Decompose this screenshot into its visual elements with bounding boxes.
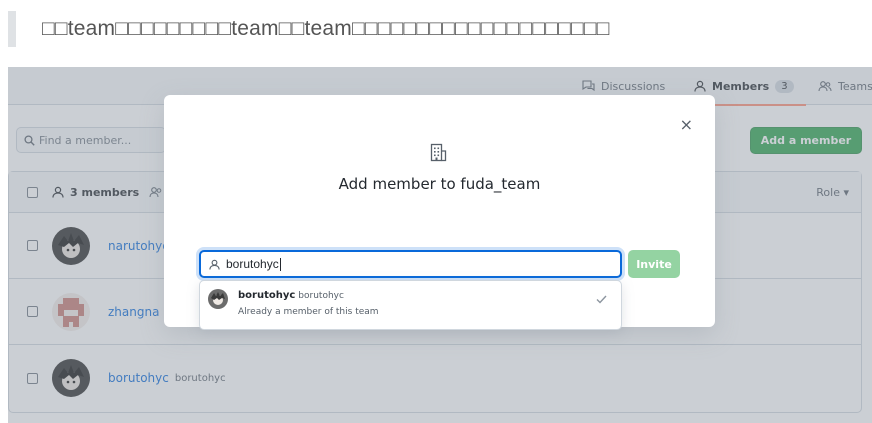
article-heading: □□team□□□□□□□□□team□□team□□□□□□□□□□□□□□□… xyxy=(8,11,868,47)
suggestion-note: Already a member of this team xyxy=(238,307,379,317)
heading-text: □□team□□□□□□□□□team□□team□□□□□□□□□□□□□□□… xyxy=(42,17,610,40)
add-member-dialog: × Add member to fuda_team borutohyc Invi… xyxy=(164,95,715,330)
person-icon xyxy=(209,259,220,270)
text-cursor xyxy=(279,257,281,271)
member-search-value: borutohyc xyxy=(226,257,279,271)
check-icon xyxy=(596,295,607,304)
suggestion-dropdown: borutohyc borutohyc Already a member of t… xyxy=(199,280,622,330)
close-icon[interactable]: × xyxy=(680,117,693,133)
suggestion-login: borutohyc xyxy=(298,291,344,301)
organization-icon xyxy=(430,143,448,163)
invite-button[interactable]: Invite xyxy=(628,250,680,278)
avatar xyxy=(208,289,228,309)
github-team-members-screenshot: Discussions Members 3 Teams Find a membe… xyxy=(8,67,872,423)
dialog-title: Add member to fuda_team xyxy=(338,175,541,193)
heading-bar xyxy=(8,11,16,47)
member-search-input[interactable]: borutohyc xyxy=(199,250,622,278)
suggestion-name: borutohyc borutohyc xyxy=(238,290,344,301)
suggestion-name-text: borutohyc xyxy=(238,290,296,301)
